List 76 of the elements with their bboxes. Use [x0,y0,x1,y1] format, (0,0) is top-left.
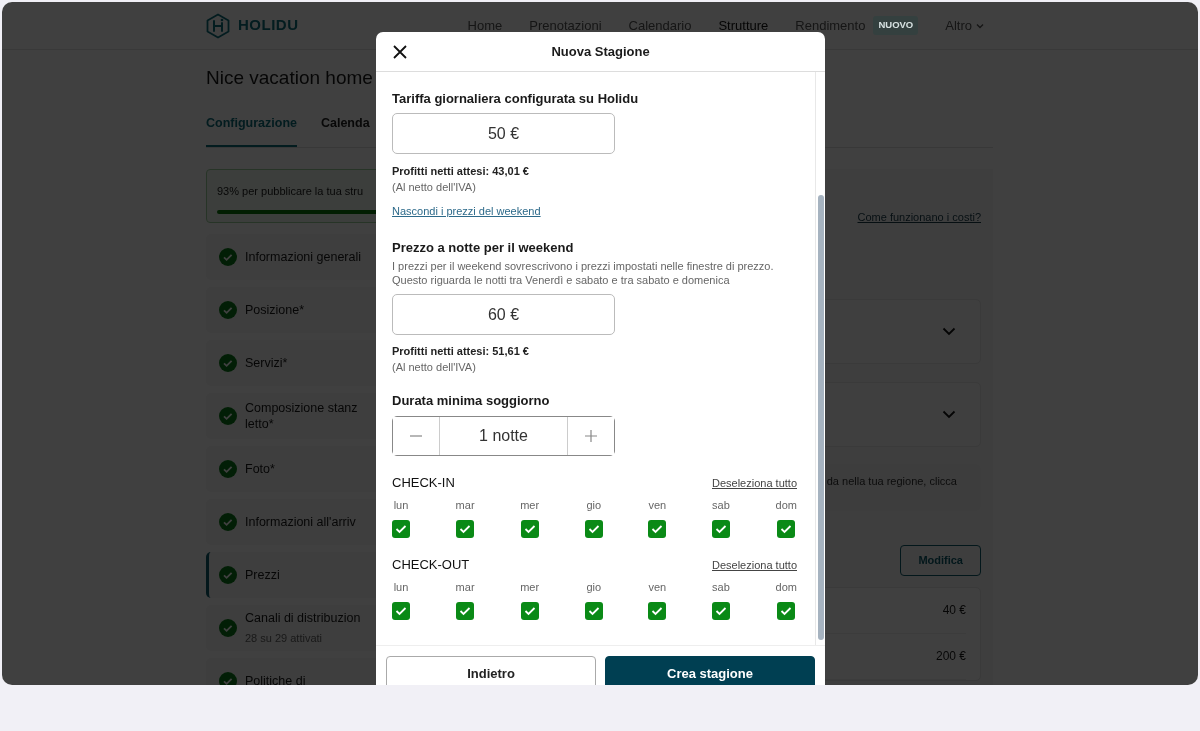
vat-note: (Al netto dell'IVA) [392,360,477,375]
check-icon [523,606,536,616]
group-title: CHECK-OUT [392,556,470,574]
checkbox[interactable] [711,602,730,620]
checkbox[interactable] [392,520,410,538]
field-description: I prezzi per il weekend sovrescrivono i prezzi impostati nelle finestre di prezzo. Questo riguarda le notti tra Venerdì e sabato e tra sabato e domenica [392,259,775,287]
new-badge: NUOVO [873,16,919,35]
checkbox[interactable] [456,520,475,538]
scrollbar-thumb[interactable] [818,195,824,640]
deselect-all-link[interactable]: Deseleziona tutto [712,474,797,492]
section-label: Informazioni generali [245,248,363,265]
page-title: Nice vacation home [206,67,374,90]
check-icon [780,524,793,534]
check-icon [587,606,600,616]
back-button[interactable]: Indietro [386,656,596,685]
checkbox[interactable] [584,520,603,538]
day-label: dom [775,498,797,513]
section-label: Foto* [245,460,276,477]
check-icon [459,524,472,534]
close-icon[interactable] [392,44,408,60]
section-label: Canali di distribuzion [245,609,362,626]
day-label: sab [712,580,730,595]
check-icon [395,606,407,616]
vat-note: (Al netto dell'IVA) [392,180,477,195]
day-label: gio [586,580,602,595]
check-icon [714,606,727,616]
checkbox[interactable] [777,520,796,538]
check-icon [523,524,536,534]
price-value: 40 € [942,602,966,620]
price-field[interactable]: 50 € [392,113,615,154]
section-label: Servizi* [245,354,289,371]
checkbox[interactable] [777,602,796,620]
section-label: Prezzi [245,566,281,583]
day-label: mer [520,498,540,513]
checkbox[interactable] [584,602,603,620]
field-label: Prezzo a notte per il weekend [392,239,575,257]
day-label: mar [455,580,475,595]
check-icon [651,524,664,534]
check-icon [395,524,407,534]
check-icon [459,606,472,616]
field-label: Tariffa giornaliera configurata su Holidu [392,90,640,108]
deselect-all-link[interactable]: Deseleziona tutto [712,556,797,574]
logo-text: HOLIDU [238,15,299,36]
checkbox[interactable] [648,520,667,538]
day-label: dom [775,580,797,595]
day-label: sab [712,498,730,513]
day-label: mer [520,580,540,595]
field-label: Durata minima soggiorno [392,392,551,410]
price-value: 200 € [935,648,966,666]
day-label: mar [455,498,475,513]
checkbox[interactable] [520,602,539,620]
section-label: Posizione* [245,301,306,318]
checkbox[interactable] [392,602,410,620]
section-label: Composizione stanz letto* [245,399,359,432]
day-label: gio [586,498,602,513]
profit-text: Profitti netti attesi: 51,61 € [392,344,530,359]
check-icon [587,524,600,534]
day-label: ven [648,580,667,595]
dialog-title: Nuova Stagione [551,42,650,61]
create-button[interactable]: Crea stagione [605,656,815,685]
checkbox[interactable] [648,602,667,620]
plus-icon [584,429,598,443]
day-label: lun [393,498,409,513]
section-label: Informazioni all'arriv [245,513,357,530]
check-icon [714,524,727,534]
check-icon [651,606,664,616]
price-field[interactable]: 60 € [392,294,615,335]
checkbox[interactable] [520,520,539,538]
check-icon [780,606,793,616]
checkbox[interactable] [456,602,475,620]
checkbox[interactable] [711,520,730,538]
group-title: CHECK-IN [392,474,455,492]
profit-text: Profitti netti attesi: 43,01 € [392,164,530,179]
day-label: lun [393,580,409,595]
weekend-link[interactable]: Nascondi i prezzi del weekend [392,203,541,219]
day-label: ven [648,498,667,513]
